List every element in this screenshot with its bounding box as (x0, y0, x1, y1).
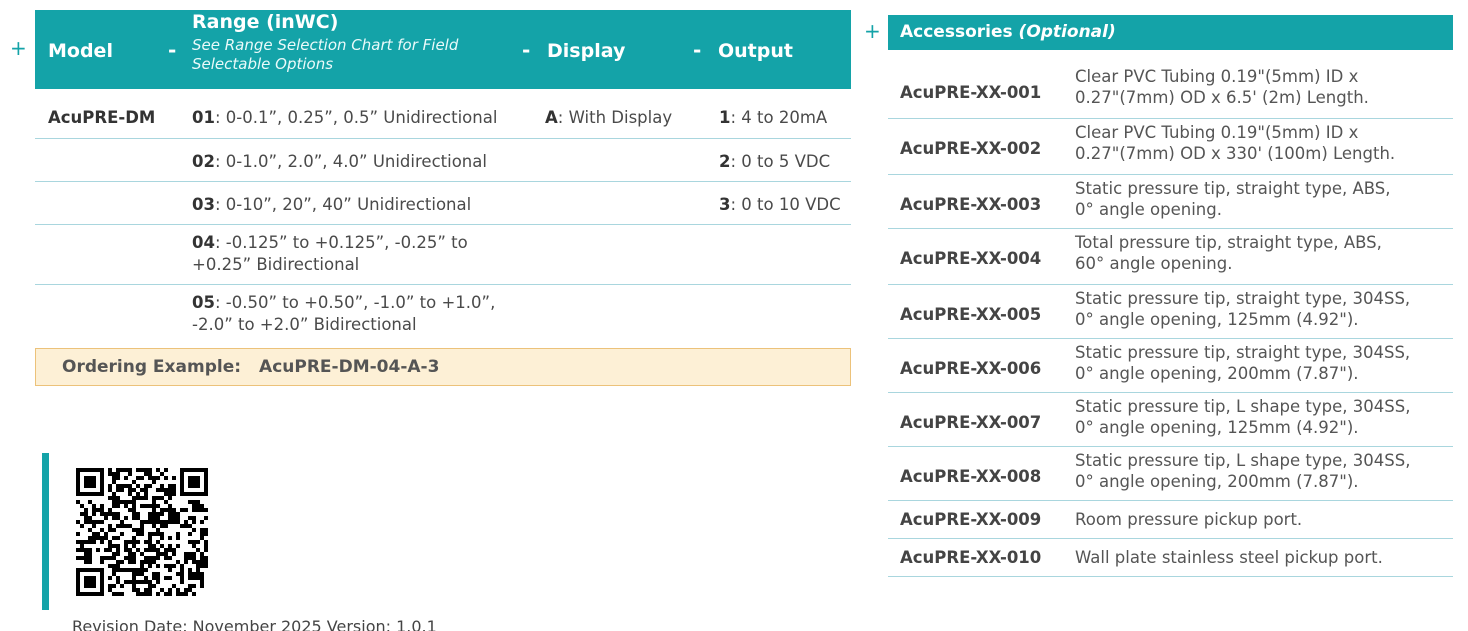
accessory-description: Room pressure pickup port. (1075, 510, 1303, 529)
output-option: 3: 0 to 10 VDC (719, 195, 841, 214)
range-column-subtitle-2: Selectable Options (192, 55, 334, 73)
accessory-row: AcuPRE-XX-007 Static pressure tip, L shap… (888, 393, 1453, 447)
accessory-description: Total pressure tip, straight type, ABS, (1075, 233, 1382, 252)
accessory-row: AcuPRE-XX-006 Static pressure tip, straig… (888, 339, 1453, 393)
accessory-code: AcuPRE-XX-007 (900, 413, 1042, 432)
display-column-header: Display (547, 40, 626, 62)
accessory-description-line2: 0° angle opening, 125mm (4.92"). (1075, 310, 1359, 329)
output-column-header: Output (718, 40, 793, 62)
expand-accessories-icon[interactable]: + (864, 21, 881, 41)
accessory-row: AcuPRE-XX-004 Total pressure tip, straigh… (888, 229, 1453, 285)
range-column-subtitle: See Range Selection Chart for Field (192, 36, 459, 54)
ordering-table: Model - Range (inWC) See Range Selection… (35, 10, 851, 334)
expand-ordering-icon[interactable]: + (10, 38, 27, 58)
accessory-description: Static pressure tip, L shape type, 304SS… (1075, 397, 1411, 416)
accent-bar (42, 453, 49, 610)
ordering-example-label: Ordering Example: (62, 357, 242, 377)
ordering-example: Ordering Example: AcuPRE-DM-04-A-3 (35, 348, 851, 386)
range-column-header: Range (inWC) (192, 11, 339, 33)
range-option: 05: -0.50” to +0.50”, -1.0” to +1.0”, (192, 293, 496, 312)
separator: - (522, 38, 531, 62)
accessory-description-line2: 0° angle opening, 200mm (7.87"). (1075, 364, 1359, 383)
accessory-row: AcuPRE-XX-010 Wall plate stainless steel … (888, 539, 1453, 577)
range-option: 01: 0-0.1”, 0.25”, 0.5” Unidirectional (192, 108, 498, 127)
output-option: 1: 4 to 20mA (719, 108, 828, 127)
accessory-description-line2: 0° angle opening. (1075, 200, 1222, 219)
separator: - (168, 38, 177, 62)
accessory-description: Static pressure tip, straight type, ABS, (1075, 179, 1391, 198)
model-column-header: Model (48, 40, 113, 62)
accessory-description-line2: 0° angle opening, 200mm (7.87"). (1075, 472, 1359, 491)
ordering-table-header: Model - Range (inWC) See Range Selection… (35, 10, 851, 89)
accessory-row: AcuPRE-XX-003 Static pressure tip, straig… (888, 175, 1453, 229)
accessory-row: AcuPRE-XX-008 Static pressure tip, L shap… (888, 447, 1453, 501)
range-option-line2: -2.0” to +2.0” Bidirectional (192, 315, 417, 334)
accessory-code: AcuPRE-XX-002 (900, 139, 1042, 158)
table-row: 05: -0.50” to +0.50”, -1.0” to +1.0”, -2… (35, 285, 851, 344)
accessory-row: AcuPRE-XX-009 Room pressure pickup port. (888, 501, 1453, 539)
output-option: 2: 0 to 5 VDC (719, 152, 831, 171)
accessory-description-line2: 0° angle opening, 125mm (4.92"). (1075, 418, 1359, 437)
accessory-code: AcuPRE-XX-006 (900, 359, 1042, 378)
accessory-row: AcuPRE-XX-001 Clear PVC Tubing 0.19"(5mm)… (888, 63, 1453, 119)
table-row: 03: 0-10”, 20”, 40” Unidirectional 3: 0 … (35, 182, 851, 225)
table-row: 04: -0.125” to +0.125”, -0.25” to +0.25”… (35, 225, 851, 285)
range-option: 02: 0-1.0”, 2.0”, 4.0” Unidirectional (192, 152, 487, 171)
accessory-description-line2: 60° angle opening. (1075, 254, 1233, 273)
accessory-code: AcuPRE-XX-008 (900, 467, 1042, 486)
accessory-row: AcuPRE-XX-002 Clear PVC Tubing 0.19"(5mm)… (888, 119, 1453, 175)
accessory-code: AcuPRE-XX-003 (900, 195, 1042, 214)
accessory-description: Static pressure tip, straight type, 304S… (1075, 343, 1411, 362)
display-option: A: With Display (545, 108, 673, 127)
accessory-row: AcuPRE-XX-005 Static pressure tip, straig… (888, 285, 1453, 339)
qr-code-icon[interactable] (76, 468, 208, 596)
accessory-description: Clear PVC Tubing 0.19"(5mm) ID x (1075, 123, 1359, 142)
accessory-code: AcuPRE-XX-004 (900, 249, 1042, 268)
accessory-description: Clear PVC Tubing 0.19"(5mm) ID x (1075, 67, 1359, 86)
range-option: 03: 0-10”, 20”, 40” Unidirectional (192, 195, 472, 214)
table-row: 02: 0-1.0”, 2.0”, 4.0” Unidirectional 2:… (35, 139, 851, 182)
accessory-code: AcuPRE-XX-010 (900, 548, 1042, 567)
revision-info: Revision Date: November 2025 Version: 1.… (72, 617, 437, 631)
accessory-code: AcuPRE-XX-005 (900, 305, 1042, 324)
accessories-table: Accessories (Optional) AcuPRE-XX-001 Clea… (888, 15, 1453, 577)
accessory-code: AcuPRE-XX-001 (900, 83, 1042, 102)
ordering-example-value: AcuPRE-DM-04-A-3 (259, 357, 440, 377)
accessories-header: Accessories (Optional) (888, 15, 1453, 50)
table-row: AcuPRE-DM 01: 0-0.1”, 0.25”, 0.5” Unidir… (35, 89, 851, 139)
accessory-description-line2: 0.27"(7mm) OD x 6.5' (2m) Length. (1075, 88, 1369, 107)
accessory-description: Wall plate stainless steel pickup port. (1075, 548, 1383, 567)
separator: - (693, 38, 702, 62)
model-value: AcuPRE-DM (48, 108, 156, 127)
accessory-description: Static pressure tip, L shape type, 304SS… (1075, 451, 1411, 470)
range-option-line2: +0.25” Bidirectional (192, 255, 360, 274)
range-option: 04: -0.125” to +0.125”, -0.25” to (192, 233, 468, 252)
accessory-code: AcuPRE-XX-009 (900, 510, 1042, 529)
accessory-description: Static pressure tip, straight type, 304S… (1075, 289, 1411, 308)
accessory-description-line2: 0.27"(7mm) OD x 330' (100m) Length. (1075, 144, 1396, 163)
